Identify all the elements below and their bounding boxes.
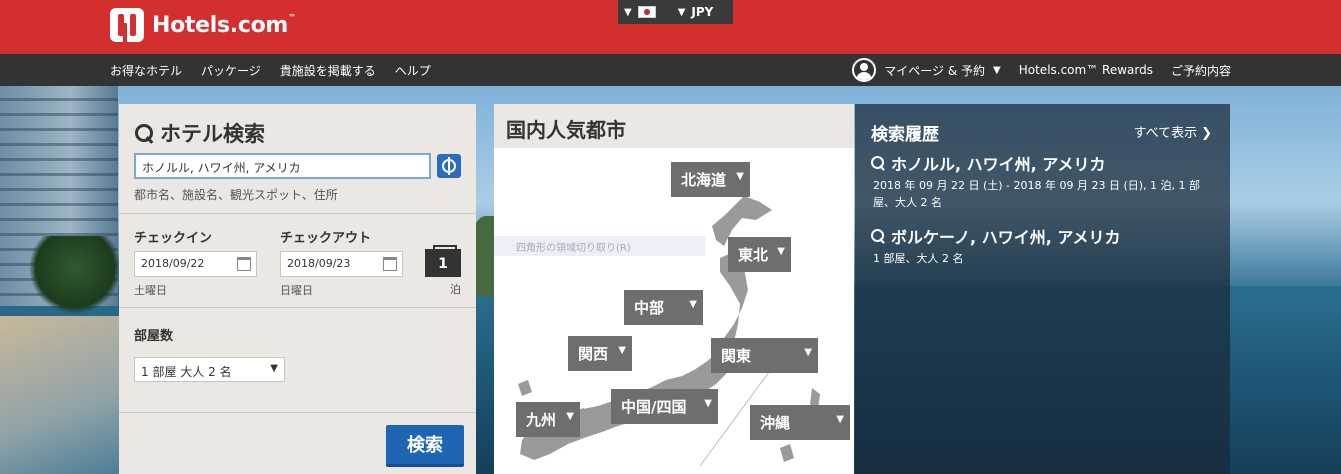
history-item-title[interactable]: ホノルル, ハワイ州, アメリカ (871, 151, 1106, 175)
region-chubu-button[interactable]: 中部 ▼ (624, 290, 703, 325)
checkin-date-input[interactable]: 2018/09/22 (134, 251, 257, 277)
hotels-logo[interactable]: Hotels.com™ (110, 8, 296, 42)
destination-input[interactable]: ホノルル, ハワイ州, アメリカ (134, 153, 431, 179)
region-tohoku-button[interactable]: 東北 ▼ (728, 237, 791, 272)
search-icon (871, 229, 885, 243)
checkout-label: チェックアウト (280, 231, 372, 246)
checkout-date-value: 2018/09/23 (287, 257, 351, 270)
rooms-select[interactable]: 1 部屋 大人 2 名 ▼ (134, 357, 285, 382)
region-okinawa-button[interactable]: 沖縄 ▼ (750, 405, 850, 440)
hotel-search-panel: ホテル検索 ホノルル, ハワイ州, アメリカ 都市名、施設名、観光スポット、住所… (119, 104, 476, 474)
top-header: Hotels.com™ ▼ ▼ JPY (0, 0, 1341, 54)
popular-cities-title: 国内人気都市 (506, 118, 626, 142)
rooms-value: 1 部屋 大人 2 名 (141, 365, 232, 379)
region-hokkaido-button[interactable]: 北海道 ▼ (671, 162, 750, 197)
chevron-down-icon: ▼ (624, 6, 632, 18)
history-item-detail: 2018 年 09 月 22 日 (土) - 2018 年 09 月 23 日 … (873, 179, 1201, 209)
main-nav: お得なホテル パッケージ 貴施設を掲載する ヘルプ マイページ & 予約 ▼ H… (0, 54, 1341, 86)
dropdown-arrow-icon: ▼ (270, 363, 278, 374)
beach-decoration (0, 316, 120, 474)
brand-name: Hotels.com™ (152, 12, 296, 38)
nights-count: 1 (425, 245, 461, 277)
destination-hint: 都市名、施設名、観光スポット、住所 (134, 188, 338, 202)
snip-tooltip-ghost: 四角形の領域切り取り(R) (494, 236, 705, 256)
chevron-down-icon: ▼ (736, 171, 744, 182)
popular-cities-panel: 国内人気都市 四角形の領域切り取り(R) 北海道 ▼ 東北 ▼ 中部 ▼ 関西 ▼ 関東… (494, 104, 854, 474)
nav-deals[interactable]: お得なホテル (110, 62, 182, 79)
region-chugoku-shikoku-button[interactable]: 中国/四国 ▼ (611, 389, 718, 424)
nav-account[interactable]: マイページ & 予約 (884, 62, 985, 79)
rooms-label: 部屋数 (134, 329, 174, 344)
history-item-title[interactable]: ボルケーノ, ハワイ州, アメリカ (871, 224, 1121, 248)
hotels-logo-icon (110, 8, 144, 42)
checkin-label: チェックイン (134, 231, 213, 246)
palm-tree-decoration (30, 236, 120, 316)
chevron-right-icon: ❯ (1201, 126, 1212, 141)
chevron-down-icon: ▼ (566, 411, 574, 422)
search-button[interactable]: 検索 (386, 425, 464, 467)
chevron-down-icon: ▼ (689, 299, 697, 310)
current-location-icon[interactable] (437, 154, 461, 178)
nav-rewards[interactable]: Hotels.com™ Rewards (1019, 63, 1153, 77)
search-icon (134, 123, 154, 143)
checkout-date-input[interactable]: 2018/09/23 (280, 251, 403, 277)
nav-help[interactable]: ヘルプ (395, 62, 431, 79)
chevron-down-icon: ▼ (836, 414, 844, 425)
japan-map: 四角形の領域切り取り(R) 北海道 ▼ 東北 ▼ 中部 ▼ 関西 ▼ 関東 ▼ 中国/四国… (494, 148, 854, 474)
search-title: ホテル検索 (134, 118, 265, 148)
checkin-date-value: 2018/09/22 (141, 257, 205, 270)
chevron-down-icon: ▼ (618, 345, 626, 356)
divider (119, 307, 476, 308)
nav-list-property[interactable]: 貴施設を掲載する (280, 62, 376, 79)
chevron-down-icon[interactable]: ▼ (993, 65, 1001, 76)
history-title: 検索履歴 (871, 125, 939, 145)
view-all-link[interactable]: すべて表示 ❯ (1134, 122, 1212, 141)
nav-reservations[interactable]: ご予約内容 (1171, 62, 1231, 79)
user-avatar-icon[interactable] (852, 58, 877, 82)
chevron-down-icon: ▼ (704, 398, 712, 409)
checkin-day: 土曜日 (134, 284, 167, 297)
chevron-down-icon: ▼ (804, 347, 812, 358)
region-kansai-button[interactable]: 関西 ▼ (568, 336, 632, 371)
chevron-down-icon: ▼ (777, 246, 785, 257)
region-kyushu-button[interactable]: 九州 ▼ (516, 402, 580, 437)
calendar-icon[interactable] (383, 257, 397, 271)
divider (119, 213, 476, 214)
japan-flag-icon (637, 6, 656, 18)
chevron-down-icon: ▼ (677, 6, 686, 18)
search-icon (871, 156, 885, 170)
region-kanto-button[interactable]: 関東 ▼ (711, 338, 818, 373)
locale-selector[interactable]: ▼ ▼ JPY (618, 0, 733, 24)
nights-label: 泊 (450, 283, 461, 296)
nav-links: お得なホテル パッケージ 貴施設を掲載する ヘルプ (110, 54, 450, 86)
popular-cities-header: 国内人気都市 (494, 104, 854, 148)
nav-account-links: マイページ & 予約 ▼ Hotels.com™ Rewards ご予約内容 (852, 54, 1231, 86)
calendar-icon[interactable] (237, 257, 251, 271)
nav-packages[interactable]: パッケージ (201, 62, 261, 79)
divider (119, 412, 476, 413)
currency-label: JPY (691, 5, 714, 19)
checkout-day: 日曜日 (280, 284, 313, 297)
history-item-detail: 1 部屋、大人 2 名 (873, 252, 964, 265)
search-history-panel: 検索履歴 すべて表示 ❯ ホノルル, ハワイ州, アメリカ 2018 年 09 月… (855, 104, 1230, 474)
